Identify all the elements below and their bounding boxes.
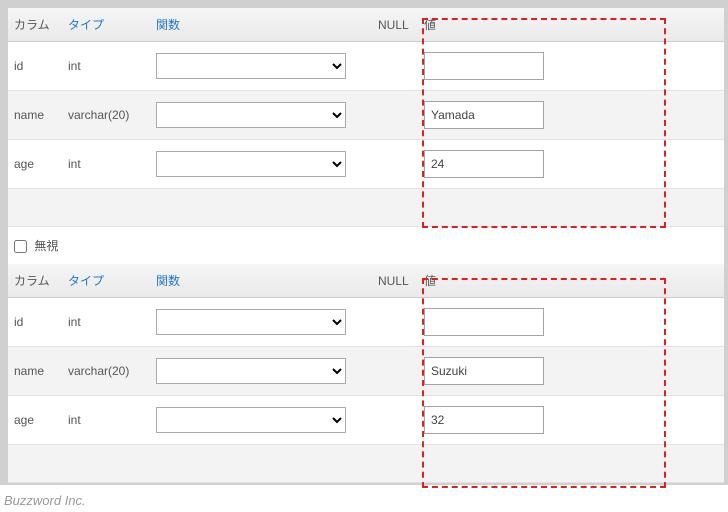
function-select[interactable]	[156, 407, 346, 433]
value-input[interactable]	[424, 357, 544, 385]
function-select[interactable]	[156, 53, 346, 79]
function-select[interactable]	[156, 102, 346, 128]
column-type: int	[62, 42, 150, 91]
header-function[interactable]: 関数	[150, 264, 372, 298]
value-input[interactable]	[424, 308, 544, 336]
column-name: age	[8, 140, 62, 189]
insert-block-1: カラム タイプ 関数 NULL 値 id int name varchar(20…	[8, 8, 724, 264]
ignore-label: 無視	[34, 239, 58, 253]
column-name: name	[8, 347, 62, 396]
value-input[interactable]	[424, 52, 544, 80]
function-select[interactable]	[156, 309, 346, 335]
header-column: カラム	[8, 8, 62, 42]
header-null: NULL	[372, 8, 418, 42]
column-type: int	[62, 298, 150, 347]
column-name: id	[8, 42, 62, 91]
column-type: int	[62, 396, 150, 445]
column-name: name	[8, 91, 62, 140]
header-value: 値	[418, 264, 724, 298]
table-row: name varchar(20)	[8, 91, 724, 140]
table-row: name varchar(20)	[8, 347, 724, 396]
header-column: カラム	[8, 264, 62, 298]
value-input[interactable]	[424, 406, 544, 434]
column-type: varchar(20)	[62, 91, 150, 140]
column-name: id	[8, 298, 62, 347]
ignore-row: 無視	[8, 227, 724, 265]
value-input[interactable]	[424, 150, 544, 178]
header-type[interactable]: タイプ	[62, 264, 150, 298]
column-name: age	[8, 396, 62, 445]
spacer-row	[8, 445, 724, 483]
insert-block-2: カラム タイプ 関数 NULL 値 id int name varchar(20…	[8, 264, 724, 483]
header-type[interactable]: タイプ	[62, 8, 150, 42]
header-row: カラム タイプ 関数 NULL 値	[8, 264, 724, 298]
column-type: int	[62, 140, 150, 189]
header-function[interactable]: 関数	[150, 8, 372, 42]
table-row: id int	[8, 42, 724, 91]
footer-credit: Buzzword Inc.	[0, 483, 728, 512]
header-row: カラム タイプ 関数 NULL 値	[8, 8, 724, 42]
function-select[interactable]	[156, 358, 346, 384]
header-value: 値	[418, 8, 724, 42]
table-row: age int	[8, 140, 724, 189]
table-row: id int	[8, 298, 724, 347]
spacer-row	[8, 189, 724, 227]
function-select[interactable]	[156, 151, 346, 177]
header-null: NULL	[372, 264, 418, 298]
value-input[interactable]	[424, 101, 544, 129]
table-row: age int	[8, 396, 724, 445]
column-type: varchar(20)	[62, 347, 150, 396]
ignore-checkbox[interactable]	[14, 240, 27, 253]
